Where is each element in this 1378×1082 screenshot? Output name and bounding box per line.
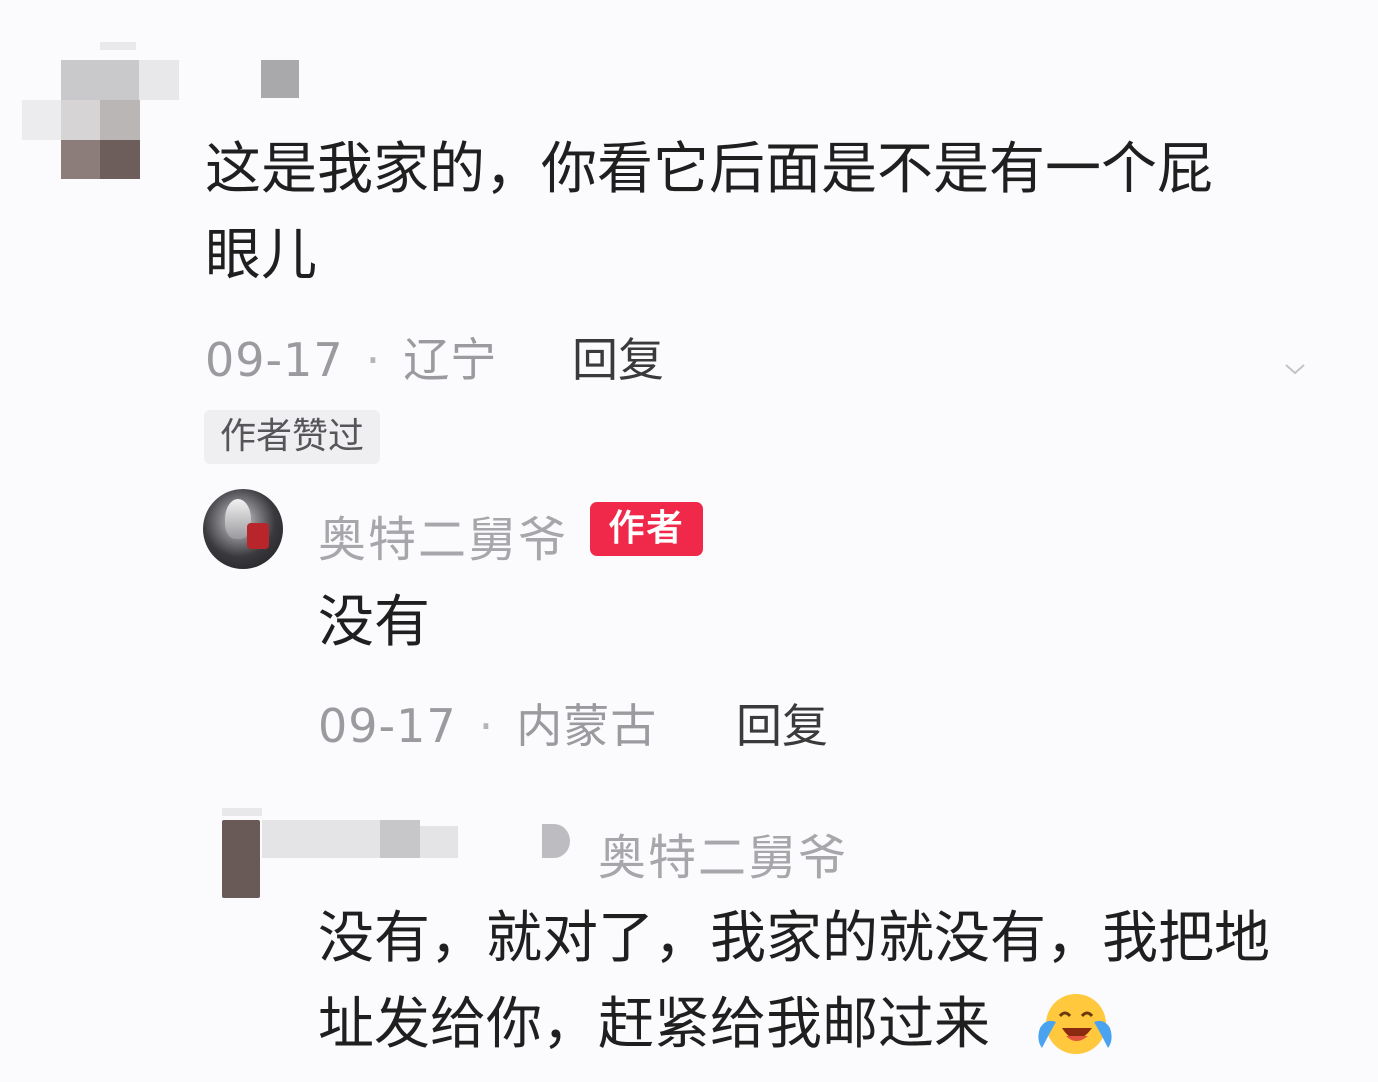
comment-text-line-2: 眼儿: [205, 223, 317, 288]
reply-location: 内蒙古: [516, 699, 658, 753]
author-liked-badge: 作者赞过: [204, 410, 381, 464]
author-badge: 作者: [590, 502, 703, 556]
comment-date: 09-17: [205, 333, 344, 387]
chevron-down-icon[interactable]: [1284, 362, 1306, 376]
laughing-crying-emoji-icon: [1038, 994, 1112, 1054]
comment-text-line-1: 这是我家的，你看它后面是不是有一个屁: [205, 137, 1213, 202]
reply-arrow-icon: [542, 824, 570, 858]
second-reply-text-line-2: 址发给你，赶紧给我邮过来: [318, 992, 990, 1057]
avatar-red-detail: [247, 523, 269, 549]
author-avatar[interactable]: [203, 489, 283, 569]
reply-to-username[interactable]: 奥特二舅爷: [598, 818, 848, 888]
reply-button[interactable]: 回复: [736, 690, 828, 756]
meta-separator: ·: [365, 333, 382, 387]
reply-text: 没有: [318, 590, 430, 655]
second-reply-text-line-1: 没有，就对了，我家的就没有，我把地: [318, 906, 1270, 971]
commenter-name-pixelated[interactable]: [261, 60, 299, 98]
reply-date: 09-17: [318, 699, 457, 753]
comment-location: 辽宁: [403, 333, 498, 387]
reply-meta: 09-17 · 内蒙古: [318, 690, 657, 756]
meta-separator: ·: [478, 699, 495, 753]
reply-username[interactable]: 奥特二舅爷: [318, 500, 568, 570]
reply-button[interactable]: 回复: [572, 324, 664, 390]
comment-meta: 09-17 · 辽宁: [205, 324, 497, 390]
